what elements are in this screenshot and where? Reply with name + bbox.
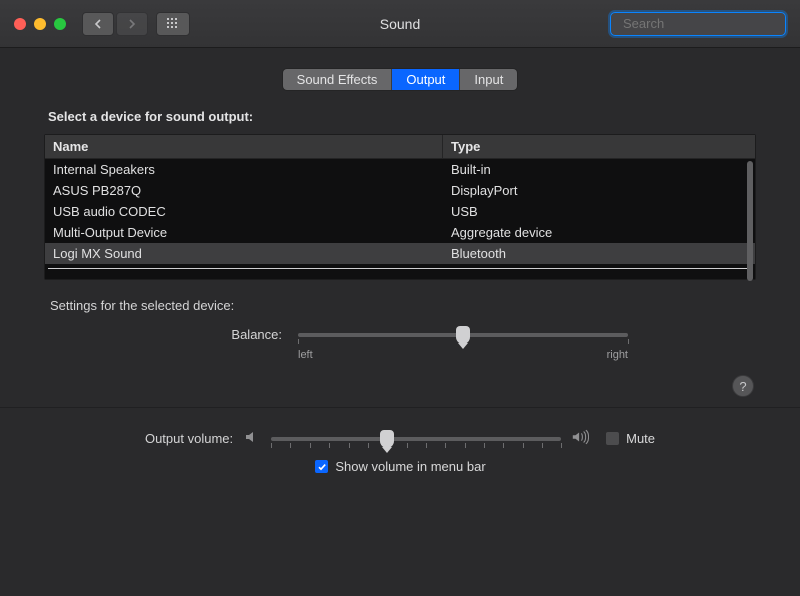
output-volume-slider[interactable] [271,431,561,447]
speaker-low-icon [243,428,261,449]
show-volume-menubar-label: Show volume in menu bar [335,459,485,474]
close-window-button[interactable] [14,18,26,30]
checkmark-icon [317,462,327,472]
balance-slider-thumb[interactable] [456,326,470,344]
output-device-table: Name Type Internal Speakers Built-in ASU… [44,134,756,280]
column-header-name[interactable]: Name [45,135,443,158]
tab-output[interactable]: Output [392,69,460,90]
column-header-type[interactable]: Type [443,135,755,158]
balance-left-label: left [298,349,313,361]
back-button[interactable] [82,12,114,36]
balance-label: Balance: [172,327,282,342]
device-name: USB audio CODEC [45,203,443,220]
maximize-window-button[interactable] [54,18,66,30]
help-button[interactable]: ? [732,375,754,397]
chevron-left-icon [93,19,103,29]
selected-device-settings-heading: Settings for the selected device: [50,298,750,313]
output-volume-slider-thumb[interactable] [380,430,394,448]
device-type: Bluetooth [443,245,755,262]
scrollbar-thumb[interactable] [747,161,753,281]
device-name: Logi MX Sound [45,245,443,262]
device-name: Internal Speakers [45,161,443,178]
window-controls [14,18,66,30]
device-type: Built-in [443,161,755,178]
title-bar: Sound [0,0,800,48]
forward-button[interactable] [116,12,148,36]
balance-right-label: right [607,349,628,361]
mute-label: Mute [626,431,655,446]
device-type: USB [443,203,755,220]
show-volume-menubar-checkbox[interactable] [314,459,329,474]
window-title: Sound [380,16,420,32]
device-type: DisplayPort [443,182,755,199]
device-name: Multi-Output Device [45,224,443,241]
search-input[interactable] [623,16,799,31]
table-row[interactable]: Multi-Output Device Aggregate device [45,222,755,243]
device-name: ASUS PB287Q [45,182,443,199]
tab-segmented-control: Sound Effects Output Input [282,68,519,91]
grid-icon [166,17,180,31]
table-row[interactable]: ASUS PB287Q DisplayPort [45,180,755,201]
device-type: Aggregate device [443,224,755,241]
table-row[interactable]: USB audio CODEC USB [45,201,755,222]
mute-checkbox[interactable] [605,431,620,446]
tab-input[interactable]: Input [460,69,517,90]
output-volume-label: Output volume: [145,431,233,446]
section-divider [0,407,800,408]
tab-sound-effects[interactable]: Sound Effects [283,69,393,90]
speaker-high-icon [571,428,589,449]
minimize-window-button[interactable] [34,18,46,30]
search-field[interactable] [610,12,786,36]
table-row[interactable]: Logi MX Sound Bluetooth [45,243,755,264]
output-device-prompt: Select a device for sound output: [48,109,752,124]
table-row[interactable]: Internal Speakers Built-in [45,159,755,180]
chevron-right-icon [127,19,137,29]
balance-slider[interactable] [298,327,628,343]
show-all-prefs-button[interactable] [156,12,190,36]
